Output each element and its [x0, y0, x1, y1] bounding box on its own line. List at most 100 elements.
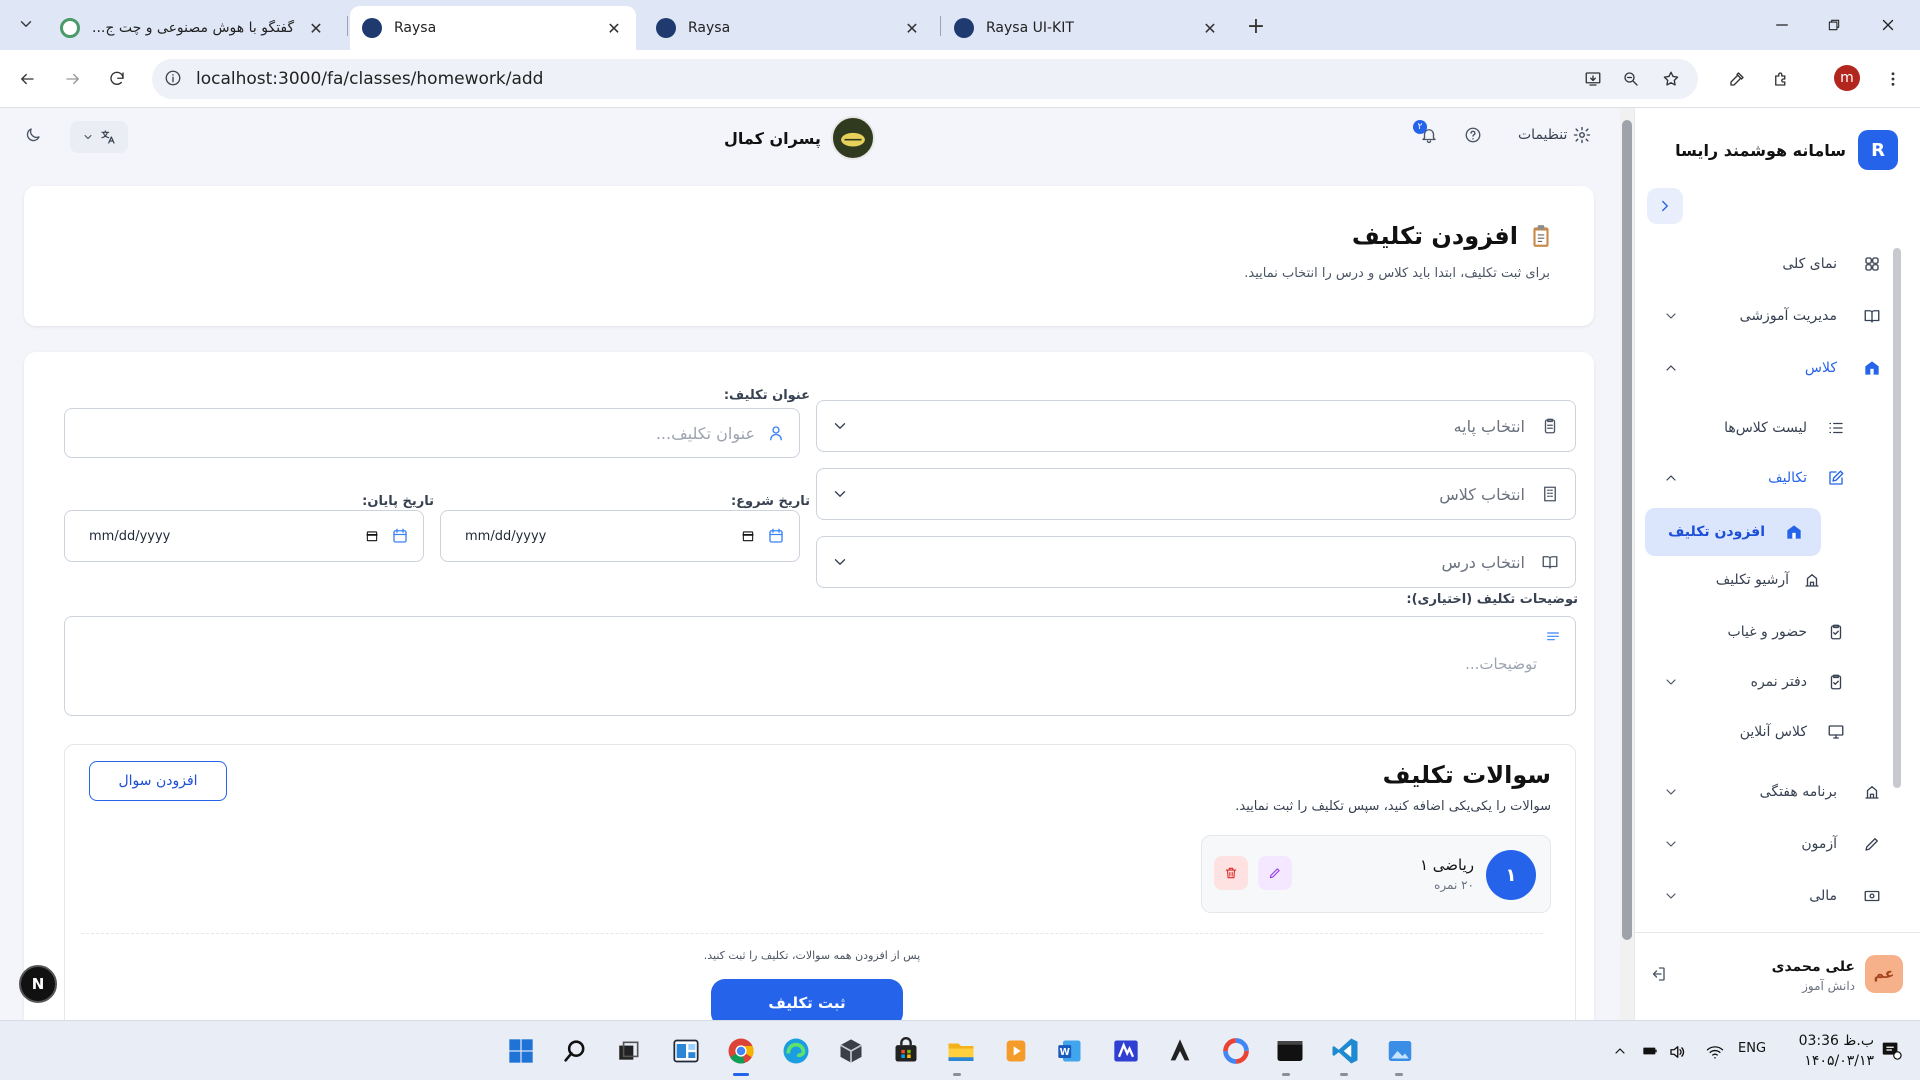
help-icon[interactable] [1464, 126, 1482, 144]
tab-search-chevron-icon[interactable] [14, 12, 38, 36]
browser-tab-4[interactable]: Raysa UI-KIT ✕ [942, 6, 1232, 50]
browser-menu-icon[interactable] [1878, 64, 1908, 94]
collapse-sidebar-button[interactable] [1647, 188, 1683, 224]
terminal-icon[interactable] [1272, 1033, 1308, 1069]
language-switcher[interactable] [70, 121, 128, 153]
money-icon [1861, 885, 1883, 907]
reload-icon[interactable] [102, 64, 132, 94]
end-date-input[interactable]: mm/dd/yyyy [64, 510, 424, 562]
forward-icon[interactable] [58, 64, 88, 94]
sidebar-item-label: مدیریت آموزشی [1739, 308, 1837, 324]
translate-icon [101, 130, 115, 144]
profile-avatar[interactable]: m [1834, 65, 1860, 91]
settings-button[interactable]: تنظیمات [1518, 126, 1591, 144]
word-icon[interactable]: W [1052, 1033, 1088, 1069]
zoom-icon[interactable] [1616, 64, 1646, 94]
sidebar-item-weekly-schedule[interactable]: برنامه هفتگی [1635, 772, 1897, 812]
monitor-icon [1825, 721, 1847, 743]
chevron-right-icon [1662, 200, 1668, 212]
user-card: عم علی محمدی دانش آموز [1635, 932, 1920, 1020]
homework-title-input[interactable]: عنوان تکلیف... [64, 408, 800, 458]
file-explorer-icon[interactable] [943, 1033, 979, 1069]
windows-start-icon[interactable] [503, 1033, 539, 1069]
clipboard-list-icon [1541, 417, 1559, 435]
sidebar-item-label: تکالیف [1768, 470, 1807, 486]
edge-icon[interactable] [778, 1033, 814, 1069]
tab-favicon-icon [656, 18, 676, 38]
app-viewport: پسران کمال ۲ تنظیمات افزودن تکلیف برای ث… [0, 108, 1920, 1020]
wifi-icon[interactable] [1706, 1043, 1724, 1061]
restore-icon[interactable] [1814, 10, 1854, 40]
search-icon[interactable] [557, 1033, 593, 1069]
task-view-icon[interactable] [611, 1033, 647, 1069]
sidebar-item-class[interactable]: کلاس [1635, 348, 1897, 388]
sidebar-item-overview[interactable]: نمای کلی [1635, 244, 1897, 284]
battery-icon[interactable] [1640, 1043, 1660, 1059]
volume-icon[interactable] [1668, 1043, 1686, 1061]
chevron-down-icon [831, 553, 849, 571]
notification-center-icon[interactable] [1880, 1039, 1902, 1061]
photos-icon[interactable] [1218, 1033, 1254, 1069]
site-info-icon[interactable] [164, 69, 182, 87]
submit-homework-button[interactable]: ثبت تکلیف [711, 979, 903, 1020]
input-language[interactable]: ENG [1738, 1041, 1766, 1056]
chevron-up-icon [1663, 360, 1679, 376]
sidebar-item-exam[interactable]: آزمون [1635, 824, 1897, 864]
sidebar-item-homework-archive[interactable]: آرشیو تکلیف [1635, 560, 1897, 600]
grade-select-placeholder: انتخاب پایه [1453, 416, 1525, 436]
start-date-input[interactable]: mm/dd/yyyy [440, 510, 800, 562]
address-bar[interactable]: localhost:3000/fa/classes/homework/add [152, 59, 1698, 99]
back-icon[interactable] [12, 64, 42, 94]
widgets-icon[interactable] [668, 1033, 704, 1069]
tab-close-icon[interactable]: ✕ [306, 18, 326, 38]
browser-tab-1[interactable]: گفتگو با هوش مصنوعی و چت ج... ✕ [48, 6, 338, 50]
sidebar-item-education[interactable]: مدیریت آموزشی [1635, 296, 1897, 336]
image-viewer-icon[interactable] [1382, 1033, 1418, 1069]
description-textarea[interactable]: توضیحات... [64, 616, 1576, 716]
sidebar-item-homework[interactable]: تکالیف [1635, 458, 1897, 498]
submit-hint: پس از افزودن همه سوالات، تکلیف را ثبت کن… [703, 949, 921, 962]
sidebar-item-finance[interactable]: مالی [1635, 876, 1897, 916]
clock[interactable]: ب.ظ 03:36 ۱۴۰۵/۰۳/۱۳ [1764, 1031, 1874, 1071]
sidebar-scrollbar[interactable] [1893, 248, 1901, 788]
chrome-icon[interactable] [723, 1033, 759, 1069]
tab-close-icon[interactable]: ✕ [604, 18, 624, 38]
vscode-icon[interactable] [1327, 1033, 1363, 1069]
book-open-icon [1541, 553, 1559, 571]
unity-cube-icon[interactable] [833, 1033, 869, 1069]
eyedropper-icon[interactable] [1722, 64, 1752, 94]
sidebar-item-gradebook[interactable]: دفتر نمره [1635, 662, 1897, 702]
media-player-icon[interactable] [998, 1033, 1034, 1069]
sidebar-item-add-homework[interactable]: افزودن تکلیف [1645, 508, 1821, 556]
browser-tab-3[interactable]: Raysa ✕ [644, 6, 934, 50]
native-calendar-icon[interactable] [365, 529, 379, 543]
tab-close-icon[interactable]: ✕ [902, 18, 922, 38]
logout-icon[interactable] [1649, 965, 1667, 983]
store-bag-icon[interactable] [888, 1033, 924, 1069]
grade-select[interactable]: انتخاب پایه [816, 400, 1576, 452]
main-scrollbar[interactable] [1620, 108, 1634, 1020]
edit-question-button[interactable] [1258, 856, 1292, 890]
install-app-icon[interactable] [1578, 64, 1608, 94]
inkscape-icon[interactable] [1162, 1033, 1198, 1069]
tray-chevron-up-icon[interactable] [1612, 1043, 1628, 1059]
close-window-icon[interactable] [1868, 10, 1908, 40]
add-question-button[interactable]: افزودن سوال [89, 761, 227, 801]
lesson-select[interactable]: انتخاب درس [816, 536, 1576, 588]
app-icon[interactable] [1108, 1033, 1144, 1069]
sidebar-item-online-class[interactable]: کلاس آنلاین [1635, 712, 1897, 752]
class-select[interactable]: انتخاب کلاس [816, 468, 1576, 520]
browser-tab-2-active[interactable]: Raysa ✕ [350, 6, 636, 50]
chevron-up-icon [1663, 470, 1679, 486]
sidebar-item-attendance[interactable]: حضور و غیاب [1635, 612, 1897, 652]
native-calendar-icon[interactable] [741, 529, 755, 543]
delete-question-button[interactable] [1214, 856, 1248, 890]
dark-mode-moon-icon[interactable] [24, 126, 42, 144]
nextjs-dev-indicator[interactable]: N [19, 965, 57, 1003]
sidebar-item-class-list[interactable]: لیست کلاس‌ها [1635, 408, 1897, 448]
tab-close-icon[interactable]: ✕ [1200, 18, 1220, 38]
extensions-puzzle-icon[interactable] [1766, 64, 1796, 94]
bookmark-star-icon[interactable] [1656, 64, 1686, 94]
minimize-icon[interactable] [1762, 10, 1802, 40]
new-tab-button[interactable]: + [1242, 12, 1270, 40]
